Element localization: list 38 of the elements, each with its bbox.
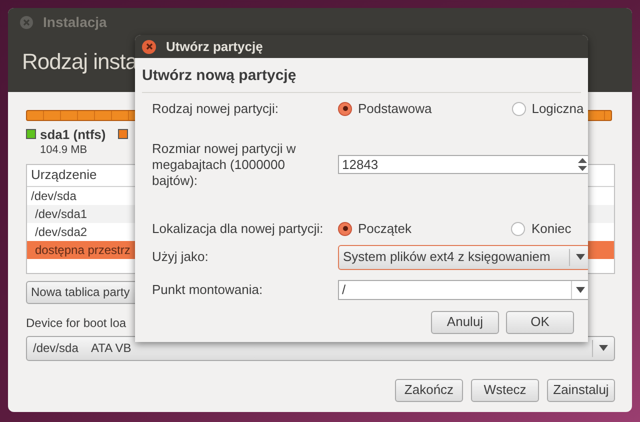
caret-icon <box>576 286 585 292</box>
window-title: Instalacja <box>43 12 107 32</box>
nav-button[interactable]: Zainstaluj <box>547 378 615 402</box>
field-label: Użyj jako: <box>152 248 210 266</box>
dialog-button[interactable]: Anuluj <box>431 310 499 334</box>
nav-button[interactable]: Wstecz <box>471 378 539 402</box>
radio-option[interactable]: Początek <box>338 218 412 238</box>
close-icon[interactable] <box>142 40 156 54</box>
radio-button[interactable] <box>338 102 352 116</box>
field-label: Rozmiar nowej partycji w megabajtach (1000000 bajtów): <box>152 140 297 188</box>
size-spin-field[interactable]: 12843 <box>338 155 588 174</box>
column-header[interactable]: Urządzenie <box>31 165 97 185</box>
table-cell-text: /dev/sda <box>30 188 76 204</box>
caret-icon <box>599 345 608 351</box>
legend-label: sda1 (ntfs) <box>40 127 106 142</box>
field-label: Lokalizacja dla nowej partycji: <box>152 220 324 238</box>
radio-option[interactable]: Logiczna <box>512 98 584 118</box>
caret-icon <box>576 254 585 260</box>
radio-button[interactable] <box>338 222 352 236</box>
dialog-button[interactable]: OK <box>506 310 574 334</box>
radio-button[interactable] <box>512 102 526 116</box>
radio-option[interactable]: Koniec <box>511 218 572 238</box>
boot-loader-label: Device for boot loa <box>26 314 126 332</box>
table-cell-text: /dev/sda1 <box>34 206 88 222</box>
table-cell-text: /dev/sda2 <box>34 224 88 240</box>
nav-button[interactable]: Zakończ <box>395 378 463 402</box>
use-as-dropdown[interactable]: System plików ext4 z księgowaniem <box>338 244 588 270</box>
radio-button[interactable] <box>511 222 526 236</box>
spin-arrows-icon[interactable] <box>578 157 587 172</box>
table-cell-text: dostępna przestrz <box>34 242 130 258</box>
field-label: Punkt montowania: <box>152 280 264 299</box>
legend-size: 104.9 MB <box>40 143 88 158</box>
new-partition-table-button[interactable]: Nowa tablica party <box>26 280 138 304</box>
field-label: Rodzaj nowej partycji: <box>152 100 280 118</box>
dialog-heading: Utwórz nową partycję <box>142 66 298 86</box>
dialog-title: Utwórz partycję <box>166 38 263 56</box>
mount-point-combo[interactable]: / <box>338 280 588 300</box>
radio-option[interactable]: Podstawowa <box>338 98 432 118</box>
